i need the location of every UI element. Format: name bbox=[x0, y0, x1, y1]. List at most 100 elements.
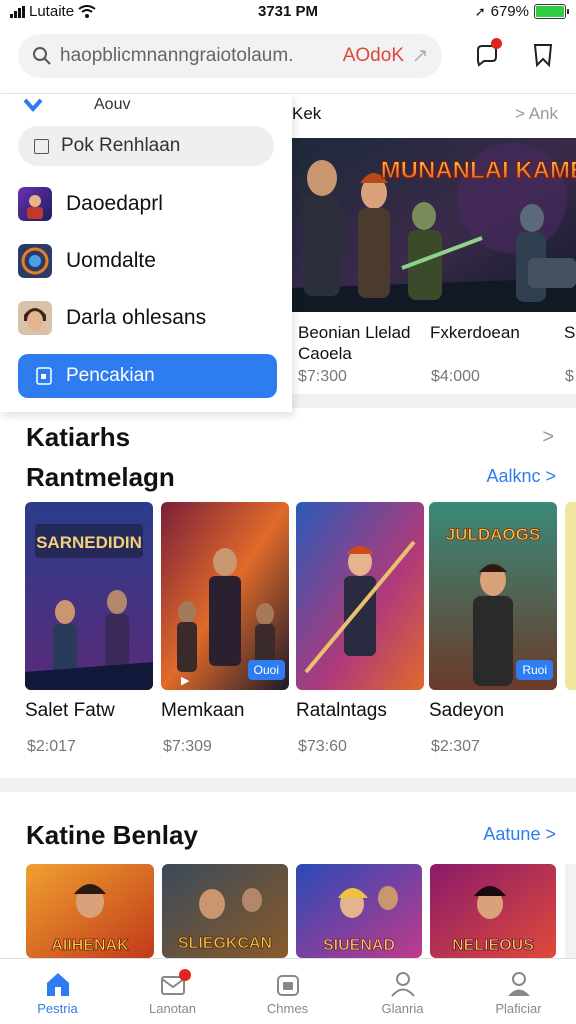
menu-item-label: Darla ohlesans bbox=[66, 306, 207, 329]
game-badge: Ruoi bbox=[516, 660, 553, 680]
tab-label: Plaficiar bbox=[495, 1001, 542, 1016]
clear-icon[interactable] bbox=[412, 48, 428, 64]
game-card[interactable]: Ratalntags $73:60 bbox=[296, 502, 424, 755]
tab-label: Glanria bbox=[381, 1001, 424, 1016]
tab-store[interactable]: Chmes bbox=[230, 959, 345, 1024]
tab-label: Pestria bbox=[37, 1001, 78, 1016]
game-card[interactable]: SARNEDIDIN Salet Fatw $2:017 bbox=[25, 502, 153, 755]
game-thumb-icon bbox=[18, 244, 52, 278]
battery-percent: 679% bbox=[490, 3, 529, 20]
featured-more-link[interactable]: > Ank bbox=[515, 104, 558, 124]
top-header: AOdoK bbox=[0, 24, 576, 94]
cover-title: SARNEDIDIN bbox=[36, 533, 142, 552]
game-cover[interactable]: NELIEOUS bbox=[430, 864, 556, 958]
tab-label: Lanotan bbox=[149, 1001, 196, 1016]
featured-item-name[interactable]: Beonian Llelad Caoela bbox=[298, 322, 428, 364]
menu-filter-option[interactable]: Pok Renhlaan bbox=[18, 126, 274, 166]
featured-item-name[interactable]: S bbox=[564, 322, 575, 343]
featured-banner[interactable]: MUNANLAI KAMER bbox=[292, 138, 576, 312]
featured-item-price: $7:300 bbox=[298, 368, 347, 385]
game-cover bbox=[296, 502, 424, 690]
featured-heading: Kek bbox=[292, 104, 322, 123]
user-icon bbox=[390, 972, 415, 997]
status-bar: Lutaite 3731 PM ➚ 679% bbox=[0, 0, 576, 24]
menu-active-label: Pencakian bbox=[66, 365, 155, 386]
checkbox[interactable] bbox=[34, 138, 49, 154]
section-new: Katine Benlay Aatune > AIIHENAK SLIEGKCA… bbox=[0, 792, 576, 958]
cover-title: NELIEOUS bbox=[452, 937, 534, 954]
game-cover[interactable]: AIIHENAK bbox=[26, 864, 154, 958]
game-name: Memkaan bbox=[161, 700, 245, 721]
dropdown-menu: Aouv Pok Renhlaan Daoedaprl Uomdalte Dar… bbox=[0, 94, 292, 412]
section-subtitle: Rantmelagn bbox=[26, 462, 175, 492]
menu-item-2[interactable]: Uomdalte bbox=[18, 241, 156, 281]
game-name: Sadeyon bbox=[429, 700, 505, 721]
game-name: Salet Fatw bbox=[25, 700, 115, 721]
section-title: Katine Benlay bbox=[26, 820, 198, 850]
location-arrow-icon: ➚ bbox=[474, 3, 486, 19]
profile-icon bbox=[507, 972, 530, 996]
notification-badge bbox=[179, 969, 191, 981]
document-icon bbox=[36, 367, 52, 385]
bottom-tab-bar: Pestria Lanotan Chmes Glanria Plaficiar bbox=[0, 958, 576, 1024]
game-cover: SARNEDIDIN bbox=[25, 502, 153, 690]
tab-messages[interactable]: Lanotan bbox=[115, 959, 230, 1024]
tab-label: Chmes bbox=[266, 1001, 309, 1016]
menu-item-1[interactable]: Daoedaprl bbox=[18, 184, 163, 224]
bookmark-icon bbox=[533, 44, 553, 68]
battery-icon bbox=[534, 4, 569, 19]
featured-item-name[interactable]: Fxkerdoean bbox=[430, 322, 520, 343]
chevron-right-icon: > bbox=[545, 824, 556, 844]
game-name: Ratalntags bbox=[296, 700, 387, 721]
notification-button[interactable] bbox=[470, 38, 504, 72]
cover-title: SIUENAD bbox=[323, 937, 395, 954]
section-ranking: Katiarhs > Rantmelagn Aalknc > SARNEDIDI… bbox=[0, 408, 576, 778]
section-see-all-link[interactable]: Aalknc > bbox=[486, 466, 556, 487]
search-bar[interactable]: AOdoK bbox=[18, 34, 442, 78]
menu-item-active[interactable]: Pencakian bbox=[18, 354, 277, 398]
check-circle-icon bbox=[23, 98, 43, 112]
game-card[interactable]: JULDAOGS Ruoi Sadeyon $2:307 bbox=[429, 502, 557, 755]
banner-title: MUNANLAI KAMER bbox=[381, 157, 576, 184]
search-icon bbox=[33, 47, 51, 65]
home-icon bbox=[46, 973, 69, 996]
search-input[interactable] bbox=[60, 45, 335, 67]
tab-profile[interactable]: Plaficiar bbox=[461, 959, 576, 1024]
chevron-right-icon: > bbox=[545, 466, 556, 486]
game-card[interactable]: ▶ Ouoi Memkaan $7:309 bbox=[161, 502, 289, 755]
game-price: $2:307 bbox=[431, 738, 480, 755]
section-see-all-link[interactable]: Aatune > bbox=[483, 824, 556, 845]
game-cover bbox=[565, 502, 576, 690]
avatar-icon bbox=[18, 301, 52, 335]
game-cover[interactable]: SIUENAD bbox=[296, 864, 422, 958]
menu-item-label: Uomdalte bbox=[66, 249, 156, 272]
menu-top-label: Aouv bbox=[94, 96, 131, 113]
cover-title: JULDAOGS bbox=[446, 525, 540, 544]
app-screen: Lutaite 3731 PM ➚ 679% AOdoK Aouv bbox=[0, 0, 576, 1024]
chevron-right-icon[interactable]: > bbox=[542, 426, 554, 449]
cover-title: AIIHENAK bbox=[51, 937, 129, 954]
chevron-right-icon: > bbox=[514, 104, 529, 123]
game-cover[interactable]: SLIEGKCAN bbox=[162, 864, 288, 958]
cover-tag: ▶ bbox=[181, 675, 190, 687]
notification-badge bbox=[491, 38, 502, 49]
tab-friends[interactable]: Glanria bbox=[345, 959, 460, 1024]
featured-item-price: $4:000 bbox=[431, 368, 480, 385]
bag-icon bbox=[276, 975, 299, 996]
game-price: $7:309 bbox=[163, 738, 212, 755]
game-card[interactable]: S $ bbox=[565, 502, 576, 690]
cover-title: SLIEGKCAN bbox=[178, 935, 272, 952]
featured-item-price: $ bbox=[565, 368, 574, 385]
featured-panel: Kek > Ank MUNANLAI KAMER Beonian Llelad … bbox=[292, 94, 576, 394]
game-badge: Ouoi bbox=[247, 660, 285, 680]
search-accent-text: AOdoK bbox=[342, 45, 404, 66]
tab-home[interactable]: Pestria bbox=[0, 959, 115, 1024]
menu-item-3[interactable]: Darla ohlesans bbox=[18, 298, 206, 338]
menu-filter-label: Pok Renhlaan bbox=[61, 135, 181, 156]
game-price: $2:017 bbox=[27, 738, 76, 755]
game-cover-partial[interactable] bbox=[565, 864, 576, 958]
bookmark-button[interactable] bbox=[526, 38, 560, 72]
game-thumb-icon bbox=[18, 187, 52, 221]
game-price: $73:60 bbox=[298, 738, 347, 755]
menu-item-label: Daoedaprl bbox=[66, 192, 163, 215]
